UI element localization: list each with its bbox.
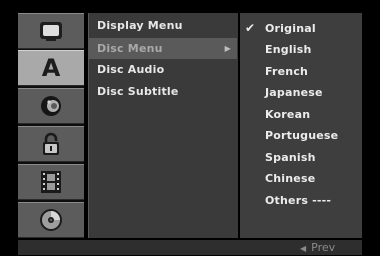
option-portuguese[interactable]: Portuguese [240,125,362,146]
option-label: Chinese [265,172,316,185]
option-others[interactable]: Others ---- [240,190,362,211]
language-icon: A [41,54,61,82]
option-label: French [265,65,309,78]
prev-arrow-icon: ◀ [300,244,307,253]
prev-label: Prev [311,241,336,254]
tab-disc[interactable] [18,202,84,238]
menu-item-label: Disc Audio [97,63,165,76]
disc-icon [40,209,62,231]
checkmark-icon: ✔ [245,21,256,35]
footer-bar: ◀ Prev [18,240,362,255]
settings-menu: Display Menu Disc Menu ▶ Disc Audio Disc… [88,13,238,238]
chevron-right-icon: ▶ [224,44,231,53]
film-icon [41,171,61,193]
option-label: Spanish [265,151,316,164]
option-label: Portuguese [265,129,339,142]
option-chinese[interactable]: Chinese [240,168,362,189]
speaker-icon [41,96,61,116]
menu-item-display-menu[interactable]: Display Menu [89,15,237,36]
settings-sidebar: A [18,13,84,238]
language-options: ✔ Original English French Japanese Korea… [240,13,362,238]
option-spanish[interactable]: Spanish [240,147,362,168]
menu-item-label: Display Menu [97,19,183,32]
option-french[interactable]: French [240,61,362,82]
menu-item-disc-menu[interactable]: Disc Menu ▶ [89,38,237,59]
tab-audio[interactable] [18,88,84,124]
tab-language[interactable]: A [18,50,84,86]
option-english[interactable]: English [240,39,362,60]
display-icon [40,22,62,41]
menu-item-label: Disc Subtitle [97,85,179,98]
option-label: Japanese [265,86,323,99]
tab-lock[interactable] [18,126,84,162]
menu-item-disc-subtitle[interactable]: Disc Subtitle [89,81,237,102]
option-original[interactable]: ✔ Original [240,18,362,39]
option-japanese[interactable]: Japanese [240,82,362,103]
option-label: Korean [265,108,311,121]
tab-display[interactable] [18,13,84,49]
option-label: English [265,43,312,56]
prev-button[interactable]: ◀ Prev [300,240,335,255]
lock-icon [43,132,59,155]
tab-film[interactable] [18,164,84,200]
menu-item-disc-audio[interactable]: Disc Audio [89,59,237,80]
menu-item-label: Disc Menu [97,42,163,55]
option-label: Original [265,22,316,35]
option-korean[interactable]: Korean [240,104,362,125]
option-label: Others ---- [265,194,332,207]
